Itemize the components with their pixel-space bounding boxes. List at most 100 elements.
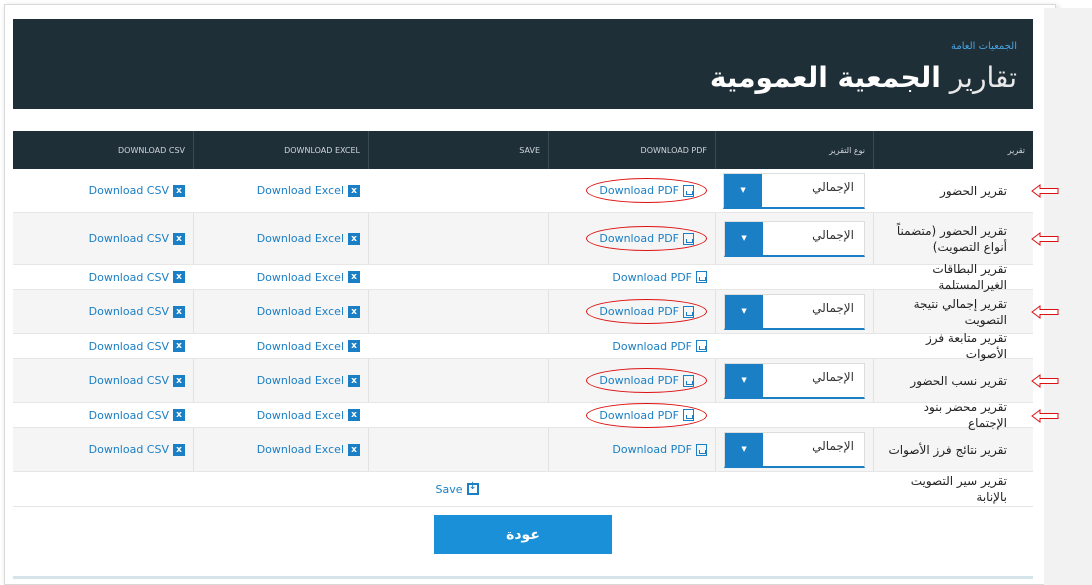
report-name-text: تقرير متابعة فرز الأصوات <box>925 331 1007 361</box>
table-row: تقرير سير التصويت بالإنابة Save <box>13 472 1033 507</box>
report-type-select[interactable]: الإجمالي ▼ <box>724 431 865 468</box>
pdf-icon <box>696 271 707 283</box>
pdf-icon <box>683 374 694 387</box>
pdf-cell: Download PDF <box>548 428 715 471</box>
download-pdf-link[interactable]: Download PDF <box>586 299 707 324</box>
dropdown-arrow-icon[interactable]: ▼ <box>724 173 762 207</box>
download-csv-link[interactable]: Download CSV x <box>89 232 185 245</box>
download-excel-label: Download Excel <box>256 305 344 318</box>
download-pdf-link[interactable]: Download PDF <box>612 340 707 353</box>
download-csv-label: Download CSV <box>88 305 169 318</box>
dropdown-arrow-icon[interactable]: ▼ <box>725 221 763 255</box>
report-type-select[interactable]: الإجمالي ▼ <box>723 172 865 209</box>
download-pdf-link[interactable]: Download PDF <box>612 443 707 456</box>
download-excel-label: Download Excel <box>256 270 344 284</box>
download-excel-link[interactable]: Download Excel x <box>257 374 360 387</box>
download-pdf-link[interactable]: Download PDF <box>612 271 707 284</box>
red-arrow-icon <box>1031 232 1059 246</box>
excel-icon: x <box>348 232 360 245</box>
csv-cell: Download CSV x <box>13 290 193 333</box>
csv-cell <box>13 472 193 506</box>
save-cell <box>368 265 548 289</box>
excel-icon: x <box>348 184 360 197</box>
excel-icon: x <box>348 271 360 283</box>
download-pdf-label: Download PDF <box>599 305 679 318</box>
pdf-cell: Download PDF <box>548 359 715 402</box>
download-excel-link[interactable]: Download Excel x <box>257 232 360 245</box>
pdf-cell: Download PDF <box>548 265 715 289</box>
table-body: تقرير الحضور الإجمالي ▼ Download PDF Dow… <box>13 169 1033 507</box>
report-name: تقرير متابعة فرز الأصوات <box>873 331 1033 361</box>
download-pdf-link[interactable]: Download PDF <box>586 368 707 393</box>
download-excel-link[interactable]: Download Excel x <box>257 271 360 284</box>
save-cell <box>368 334 548 358</box>
pdf-cell: Download PDF <box>548 169 715 212</box>
save-link[interactable]: Save <box>435 481 479 496</box>
save-cell <box>368 403 548 427</box>
download-excel-link[interactable]: Download Excel x <box>257 184 360 197</box>
download-pdf-link[interactable]: Download PDF <box>586 402 707 428</box>
report-name-text: تقرير البطاقات الغيرالمستلمة <box>932 262 1007 292</box>
save-label: Save <box>435 482 463 496</box>
report-type-select[interactable]: الإجمالي ▼ <box>724 362 865 399</box>
report-type-cell: الإجمالي ▼ <box>715 213 873 264</box>
report-name: تقرير سير التصويت بالإنابة <box>873 472 1033 506</box>
excel-icon: x <box>348 340 360 352</box>
csv-icon: x <box>173 409 185 421</box>
report-name-text: تقرير الحضور (متضمناً أنواع التصويت) <box>896 223 1007 254</box>
download-csv-link[interactable]: Download CSV x <box>89 443 185 456</box>
page-title-bold: الجمعية العمومية <box>709 61 941 94</box>
download-csv-link[interactable]: Download CSV x <box>89 271 185 284</box>
table-row: تقرير نتائج فرز الأصوات الإجمالي ▼ Downl… <box>13 428 1033 472</box>
report-type-cell <box>715 334 873 358</box>
download-excel-link[interactable]: Download Excel x <box>257 305 360 318</box>
report-type-value: الإجمالي <box>812 369 854 384</box>
download-csv-link[interactable]: Download CSV x <box>89 184 185 197</box>
report-name-text: تقرير محضر بنود الإجتماع <box>923 400 1007 430</box>
csv-icon: x <box>173 443 185 456</box>
page-header: الجمعيات العامة تقارير الجمعية العمومية <box>13 19 1033 109</box>
report-type-cell: الإجمالي ▼ <box>715 359 873 402</box>
download-csv-link[interactable]: Download CSV x <box>89 374 185 387</box>
report-type-cell: الإجمالي ▼ <box>715 290 873 333</box>
download-csv-label: Download CSV <box>88 443 169 456</box>
report-type-value: الإجمالي <box>812 438 854 453</box>
csv-cell: Download CSV x <box>13 403 193 427</box>
download-csv-label: Download CSV <box>88 339 169 353</box>
download-csv-link[interactable]: Download CSV x <box>89 340 185 353</box>
dropdown-arrow-icon[interactable]: ▼ <box>725 294 763 328</box>
download-csv-label: Download CSV <box>88 408 169 422</box>
table-row: تقرير الحضور الإجمالي ▼ Download PDF Dow… <box>13 169 1033 213</box>
download-excel-link[interactable]: Download Excel x <box>257 443 360 456</box>
dropdown-arrow-icon[interactable]: ▼ <box>725 363 763 397</box>
red-arrow-icon <box>1031 374 1059 388</box>
breadcrumb[interactable]: الجمعيات العامة <box>951 41 1017 52</box>
download-csv-label: Download CSV <box>88 184 169 197</box>
excel-icon: x <box>348 443 360 456</box>
col-header-excel: DOWNLOAD EXCEL <box>193 131 368 169</box>
pdf-icon <box>683 409 694 421</box>
download-excel-link[interactable]: Download Excel x <box>257 340 360 353</box>
report-type-cell <box>715 265 873 289</box>
download-csv-label: Download CSV <box>88 232 169 245</box>
download-pdf-link[interactable]: Download PDF <box>586 226 707 251</box>
download-excel-link[interactable]: Download Excel x <box>257 409 360 422</box>
csv-icon: x <box>173 305 185 318</box>
report-type-select[interactable]: الإجمالي ▼ <box>724 293 865 330</box>
report-name: تقرير محضر بنود الإجتماع <box>873 400 1033 430</box>
report-name: تقرير نسب الحضور <box>873 359 1033 402</box>
pdf-icon <box>696 443 707 456</box>
table-row: تقرير محضر بنود الإجتماع Download PDF Do… <box>13 400 1033 430</box>
footer-divider <box>13 576 1033 579</box>
red-arrow-icon <box>1031 305 1059 319</box>
download-pdf-link[interactable]: Download PDF <box>586 178 707 203</box>
report-name: تقرير إجمالي نتيجة التصويت <box>873 290 1033 333</box>
download-csv-link[interactable]: Download CSV x <box>89 409 185 422</box>
dropdown-arrow-icon[interactable]: ▼ <box>725 432 763 466</box>
download-csv-link[interactable]: Download CSV x <box>89 305 185 318</box>
red-arrow-icon <box>1031 408 1059 423</box>
report-type-select[interactable]: الإجمالي ▼ <box>724 220 865 257</box>
download-excel-label: Download Excel <box>256 339 344 353</box>
excel-cell: Download Excel x <box>193 290 368 333</box>
back-button[interactable]: عودة <box>434 515 612 554</box>
